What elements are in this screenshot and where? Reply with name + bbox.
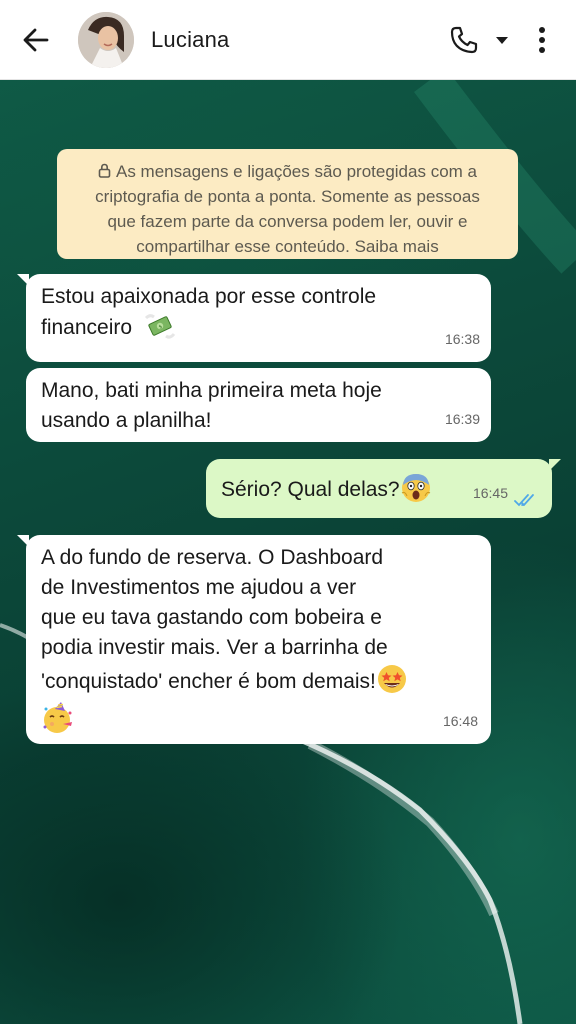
more-vertical-icon xyxy=(539,27,545,53)
read-double-check-icon xyxy=(514,494,534,507)
chat-header: Luciana xyxy=(0,0,576,80)
message-text: A do fundo de reserva. O Dashboard xyxy=(41,546,384,569)
message-text xyxy=(41,701,477,738)
message-bubble-outgoing[interactable]: Sério? Qual delas? 16:45 xyxy=(206,459,561,518)
back-button[interactable] xyxy=(18,22,54,58)
phone-icon xyxy=(450,26,478,54)
message-timestamp: 16:45 xyxy=(472,485,508,501)
message-timestamp: 16:38 xyxy=(444,331,480,347)
message-text: financeiro $ xyxy=(41,312,477,343)
message-bubble-incoming[interactable]: A do fundo de reserva. O Dashboard de In… xyxy=(17,535,491,744)
screaming-face-emoji xyxy=(401,474,430,502)
message-text: de Investimentos me ajudou a ver xyxy=(41,576,357,599)
message-text: 'conquistado' encher é bom demais! xyxy=(41,663,477,697)
contact-photo xyxy=(78,12,134,68)
arrow-back-icon xyxy=(23,28,49,52)
notice-line-2: criptografia de ponta a ponta. Somente a… xyxy=(95,187,480,206)
voice-call-button[interactable] xyxy=(447,22,481,58)
message-text: Mano, bati minha primeira meta hoje xyxy=(41,379,382,402)
message-timestamp: 16:39 xyxy=(444,411,480,427)
partying-face-emoji xyxy=(43,702,72,733)
learn-more-link[interactable]: Saiba mais xyxy=(355,237,439,256)
message-text: que eu tava gastando com bobeira e xyxy=(41,606,382,629)
flying-money-emoji: $ xyxy=(144,314,176,339)
lock-icon xyxy=(98,163,111,178)
message-text: Estou apaixonada por esse controle xyxy=(41,285,377,308)
call-options-button[interactable] xyxy=(490,28,514,52)
notice-line-3: que fazem parte da conversa podem ler, o… xyxy=(107,212,468,231)
contact-name[interactable]: Luciana xyxy=(151,27,229,53)
caret-down-icon xyxy=(496,37,508,44)
message-timestamp: 16:48 xyxy=(442,713,478,729)
star-struck-emoji xyxy=(377,665,406,693)
notice-line-1: As mensagens e ligações são protegidas c… xyxy=(71,159,504,184)
encryption-notice[interactable]: As mensagens e ligações são protegidas c… xyxy=(57,149,518,259)
avatar[interactable] xyxy=(78,12,134,68)
message-bubble-incoming[interactable]: Estou apaixonada por esse controle finan… xyxy=(17,274,491,362)
message-text: usando a planilha! xyxy=(41,409,212,432)
more-options-button[interactable] xyxy=(528,22,556,58)
message-bubble-incoming[interactable]: Mano, bati minha primeira meta hoje usan… xyxy=(26,368,491,442)
notice-line-4: compartilhar esse conteúdo. Saiba mais xyxy=(136,237,439,256)
message-text: podia investir mais. Ver a barrinha de xyxy=(41,636,388,659)
